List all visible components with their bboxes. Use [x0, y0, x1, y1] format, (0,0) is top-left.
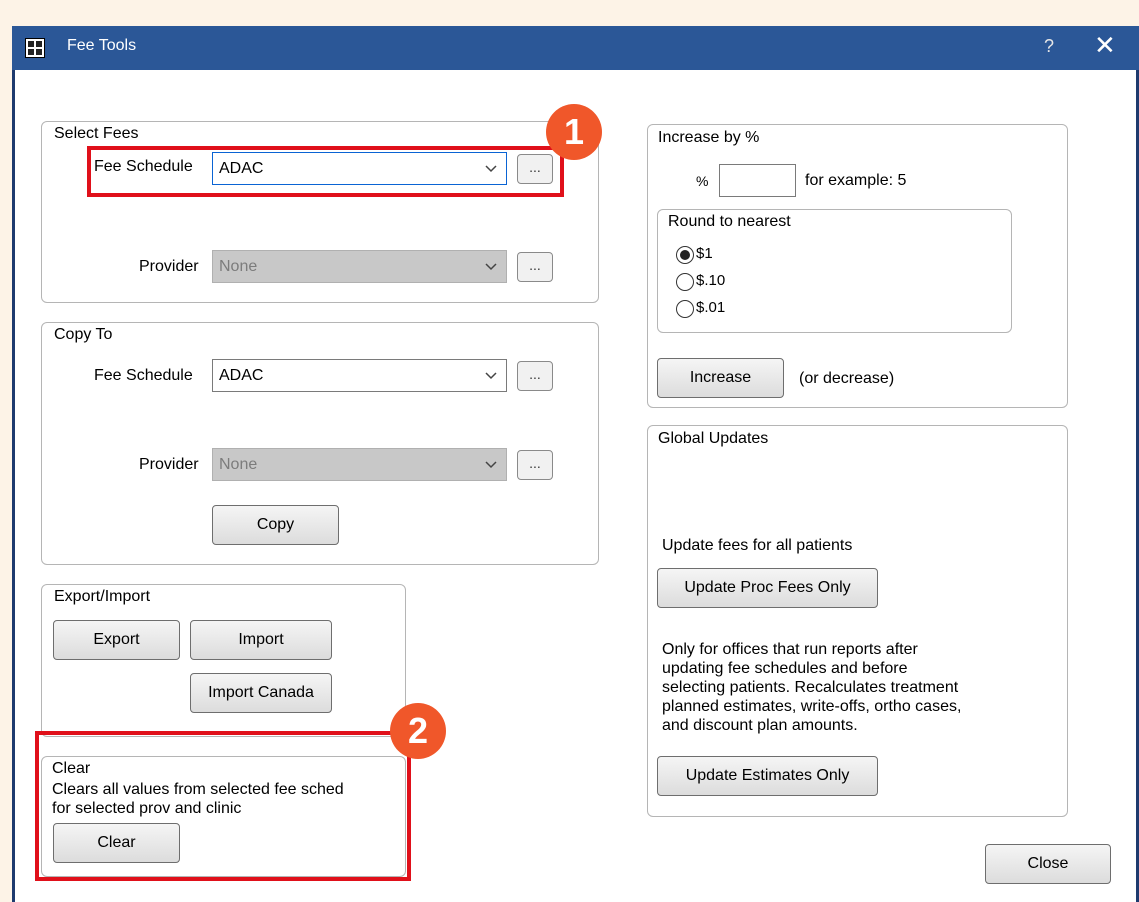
percent-input[interactable]: [719, 164, 796, 197]
increase-button-label: Increase: [689, 369, 752, 386]
help-button[interactable]: ?: [1044, 36, 1054, 57]
import-canada-button[interactable]: Import Canada: [190, 673, 332, 713]
round-legend: Round to nearest: [668, 213, 791, 230]
close-window-icon[interactable]: ✕: [1094, 32, 1116, 58]
app-icon: [25, 38, 45, 58]
copy-fee-schedule-value: ADAC: [219, 367, 264, 384]
provider-value: None: [219, 258, 258, 275]
update-fees-text: Update fees for all patients: [662, 537, 853, 554]
update-proc-fees-button[interactable]: Update Proc Fees Only: [657, 568, 878, 608]
window-title: Fee Tools: [67, 37, 137, 54]
close-button-label: Close: [1027, 855, 1069, 872]
global-updates-info: Only for offices that run reports after …: [662, 640, 961, 735]
round-cent-radio[interactable]: [676, 300, 694, 318]
import-button-label: Import: [238, 631, 284, 648]
export-import-legend: Export/Import: [54, 588, 151, 605]
select-fees-legend: Select Fees: [54, 125, 139, 142]
round-cent-label: $.01: [696, 299, 726, 316]
increase-button[interactable]: Increase: [657, 358, 784, 398]
round-dime-radio[interactable]: [676, 273, 694, 291]
copy-fee-schedule-label: Fee Schedule: [94, 367, 193, 384]
provider-ellipsis-button[interactable]: ...: [517, 252, 553, 282]
import-button[interactable]: Import: [190, 620, 332, 660]
info-line1: Only for offices that run reports after: [662, 641, 918, 658]
provider-label: Provider: [139, 258, 199, 275]
copy-provider-combo: None: [212, 448, 507, 481]
info-line5: and discount plan amounts.: [662, 717, 858, 734]
export-button[interactable]: Export: [53, 620, 180, 660]
copy-fee-schedule-combo[interactable]: ADAC: [212, 359, 507, 392]
copy-fee-schedule-ellipsis-button[interactable]: ...: [517, 361, 553, 391]
copy-provider-label: Provider: [139, 456, 199, 473]
global-updates-group: Global Updates Update fees for all patie…: [647, 425, 1068, 817]
decrease-note: (or decrease): [799, 370, 895, 387]
round-dollar-label: $1: [696, 245, 713, 262]
export-button-label: Export: [93, 631, 140, 648]
update-proc-fees-button-label: Update Proc Fees Only: [684, 579, 851, 596]
copy-button[interactable]: Copy: [212, 505, 339, 545]
chevron-down-icon: [485, 372, 497, 380]
info-line3: selecting patients. Recalculates treatme…: [662, 679, 959, 696]
callout-badge-1: 1: [546, 104, 602, 160]
copy-to-legend: Copy To: [54, 326, 113, 343]
increase-legend: Increase by %: [658, 129, 760, 146]
round-group: Round to nearest $1 $.10 $.01: [657, 209, 1012, 333]
round-dollar-radio[interactable]: [676, 246, 694, 264]
export-import-group: Export/Import Export Import Import Canad…: [41, 584, 406, 737]
info-line4: planned estimates, write-offs, ortho cas…: [662, 698, 962, 715]
import-canada-button-label: Import Canada: [208, 684, 314, 701]
highlight-box-clear: [35, 731, 411, 881]
callout-badge-2: 2: [390, 703, 446, 759]
global-updates-legend: Global Updates: [658, 430, 769, 447]
percent-label: %: [696, 173, 709, 189]
title-bar: Fee Tools ? ✕: [12, 26, 1139, 70]
close-button[interactable]: Close: [985, 844, 1111, 884]
copy-provider-ellipsis-button[interactable]: ...: [517, 450, 553, 480]
chevron-down-icon: [485, 461, 497, 469]
provider-combo: None: [212, 250, 507, 283]
copy-provider-value: None: [219, 456, 258, 473]
increase-group: Increase by % % for example: 5 Round to …: [647, 124, 1068, 408]
copy-to-group: Copy To Fee Schedule ADAC ... Provider N…: [41, 322, 599, 565]
highlight-box-fee-schedule: [87, 146, 564, 197]
example-text: for example: 5: [805, 172, 907, 189]
info-line2: updating fee schedules and before: [662, 660, 908, 677]
update-estimates-button-label: Update Estimates Only: [685, 767, 850, 784]
round-dime-label: $.10: [696, 272, 726, 289]
chevron-down-icon: [485, 263, 497, 271]
copy-button-label: Copy: [256, 516, 295, 533]
update-estimates-button[interactable]: Update Estimates Only: [657, 756, 878, 796]
